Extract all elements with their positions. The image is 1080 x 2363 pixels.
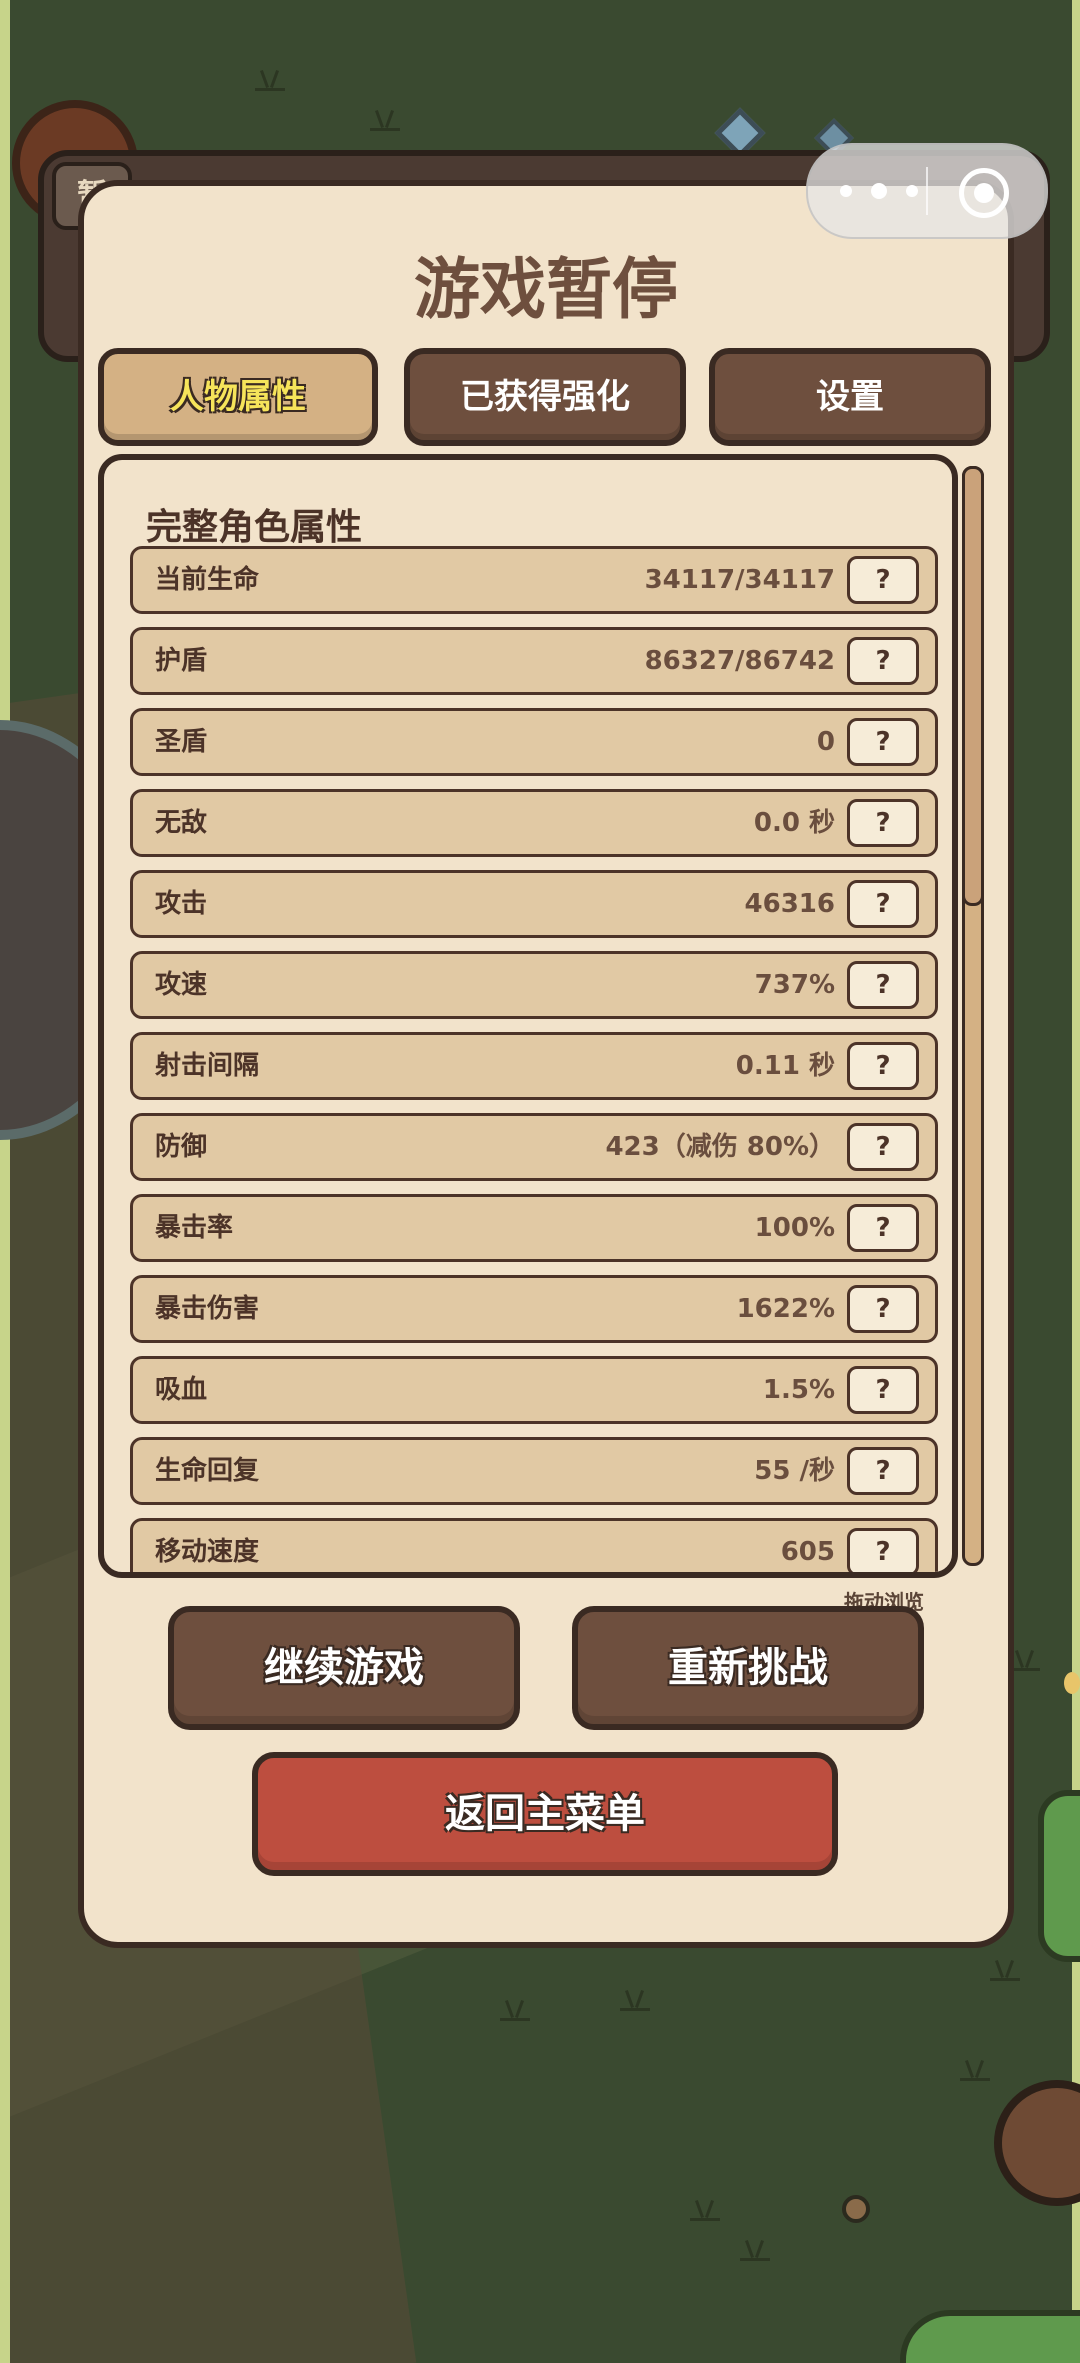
grass-tuft (740, 2240, 770, 2261)
continue-game-button[interactable]: 继续游戏 (168, 1606, 520, 1730)
close-target-icon[interactable] (959, 168, 1009, 218)
stat-row-attack-speed: 攻速 737% ? (130, 951, 938, 1019)
help-button[interactable]: ? (847, 961, 919, 1009)
stat-label: 暴击伤害 (155, 1294, 260, 1324)
stat-label: 暴击率 (155, 1213, 234, 1243)
map-edge (1072, 0, 1080, 2363)
stat-value: 86327/86742 (644, 646, 835, 676)
stat-value: 55 /秒 (754, 1456, 835, 1486)
modal-title: 游戏暂停 (414, 251, 678, 328)
stat-value: 0.0 秒 (753, 808, 835, 838)
stat-label: 防御 (155, 1132, 208, 1162)
help-button[interactable]: ? (847, 1123, 919, 1171)
tab-character-stats[interactable]: 人物属性 (98, 348, 378, 446)
grass-tuft (370, 110, 400, 131)
stat-value: 423（减伤 80%） (605, 1132, 835, 1162)
stat-label: 移动速度 (155, 1537, 260, 1567)
bush (1038, 1790, 1080, 1962)
mini-program-capsule (806, 143, 1048, 239)
map-edge (0, 0, 10, 2363)
stat-row-current-hp: 当前生命 34117/34117 ? (130, 546, 938, 614)
help-button[interactable]: ? (847, 880, 919, 928)
bush (900, 2310, 1080, 2363)
stat-row-move-speed: 移动速度 605 ? (130, 1518, 938, 1572)
stat-value: 34117/34117 (644, 565, 835, 595)
stat-value: 0 (816, 727, 835, 757)
stats-list: 当前生命 34117/34117 ? 护盾 86327/86742 ? 圣盾 0… (130, 546, 938, 1572)
stat-label: 无敌 (155, 808, 208, 838)
stat-row-crit-damage: 暴击伤害 1622% ? (130, 1275, 938, 1343)
help-button[interactable]: ? (847, 1447, 919, 1495)
stat-row-defense: 防御 423（减伤 80%） ? (130, 1113, 938, 1181)
stat-row-crit-rate: 暴击率 100% ? (130, 1194, 938, 1262)
stat-label: 当前生命 (155, 565, 260, 595)
help-button[interactable]: ? (847, 1528, 919, 1572)
more-icon[interactable] (840, 177, 918, 205)
stat-label: 护盾 (155, 646, 208, 676)
scrollbar-thumb[interactable] (962, 466, 984, 906)
stat-label: 射击间隔 (155, 1051, 260, 1081)
stats-panel[interactable]: 完整角色属性 当前生命 34117/34117 ? 护盾 86327/86742… (98, 454, 958, 1578)
stat-value: 605 (780, 1537, 835, 1567)
stat-value: 100% (754, 1213, 835, 1243)
stat-label: 生命回复 (155, 1456, 260, 1486)
stat-label: 攻速 (155, 970, 208, 1000)
help-button[interactable]: ? (847, 556, 919, 604)
stat-value: 1622% (736, 1294, 835, 1324)
stat-value: 0.11 秒 (735, 1051, 835, 1081)
grass-tuft (620, 1990, 650, 2011)
stat-value: 737% (754, 970, 835, 1000)
stat-row-lifesteal: 吸血 1.5% ? (130, 1356, 938, 1424)
stat-label: 攻击 (155, 889, 208, 919)
stat-row-attack: 攻击 46316 ? (130, 870, 938, 938)
tab-settings[interactable]: 设置 (709, 348, 991, 446)
grass-tuft (990, 1960, 1020, 1981)
coin-icon (1064, 1672, 1080, 1694)
retry-button[interactable]: 重新挑战 (572, 1606, 924, 1730)
help-button[interactable]: ? (847, 718, 919, 766)
tab-upgrades[interactable]: 已获得强化 (404, 348, 686, 446)
grass-tuft (500, 2000, 530, 2021)
panel-title: 完整角色属性 (146, 507, 363, 548)
help-button[interactable]: ? (847, 1366, 919, 1414)
help-button[interactable]: ? (847, 1042, 919, 1090)
stat-row-invincible: 无敌 0.0 秒 ? (130, 789, 938, 857)
grass-tuft (1010, 1650, 1040, 1671)
stat-row-holy-shield: 圣盾 0 ? (130, 708, 938, 776)
grass-tuft (255, 70, 285, 91)
stat-value: 1.5% (762, 1375, 835, 1405)
pause-modal: 游戏暂停 人物属性 已获得强化 设置 完整角色属性 当前生命 34117/341… (78, 180, 1014, 1948)
stat-value: 46316 (744, 889, 835, 919)
help-button[interactable]: ? (847, 799, 919, 847)
rock (994, 2080, 1080, 2206)
help-button[interactable]: ? (847, 637, 919, 685)
stat-label: 吸血 (155, 1375, 208, 1405)
stat-row-shield: 护盾 86327/86742 ? (130, 627, 938, 695)
help-button[interactable]: ? (847, 1285, 919, 1333)
grass-tuft (960, 2060, 990, 2081)
main-menu-button[interactable]: 返回主菜单 (252, 1752, 838, 1876)
help-button[interactable]: ? (847, 1204, 919, 1252)
stat-row-fire-interval: 射击间隔 0.11 秒 ? (130, 1032, 938, 1100)
capsule-divider (926, 167, 928, 215)
stat-label: 圣盾 (155, 727, 208, 757)
coin-icon (842, 2195, 870, 2223)
stat-row-hp-regen: 生命回复 55 /秒 ? (130, 1437, 938, 1505)
grass-tuft (690, 2200, 720, 2221)
